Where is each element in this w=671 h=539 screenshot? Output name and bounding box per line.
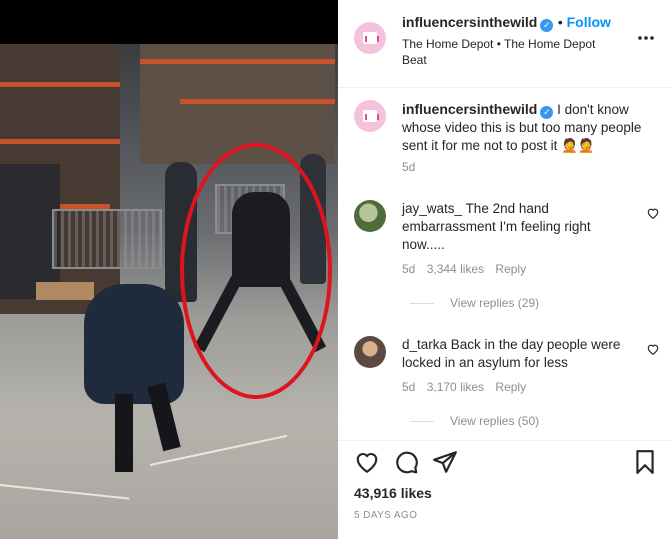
rack-shelf	[140, 59, 335, 64]
red-highlight-circle	[180, 143, 332, 399]
caption-age: 5d	[402, 160, 416, 174]
follow-button[interactable]: Follow	[567, 14, 611, 30]
comment-body: jay_wats_ The 2nd hand embarrassment I'm…	[402, 200, 637, 254]
comment-like-count[interactable]: 3,344 likes	[427, 262, 484, 276]
filming-person-leg	[115, 394, 133, 472]
reply-button[interactable]: Reply	[495, 262, 526, 276]
commenter-avatar[interactable]	[354, 336, 386, 368]
comment-author[interactable]: d_tarka	[402, 337, 447, 352]
verified-badge-icon: ✓	[540, 19, 554, 32]
caption-author[interactable]: influencersinthewild	[402, 101, 537, 117]
comment-like-count[interactable]: 3,170 likes	[427, 380, 484, 394]
author-avatar[interactable]	[354, 22, 386, 54]
comment-icon[interactable]	[393, 449, 419, 475]
post-date: 5 DAYS AGO	[354, 510, 418, 521]
comment-like-heart-icon[interactable]	[646, 342, 660, 356]
comment-author[interactable]: jay_wats_	[402, 201, 462, 216]
verified-badge-icon: ✓	[540, 106, 554, 119]
comment-like-heart-icon[interactable]	[646, 206, 660, 220]
comment-body: d_tarka Back in the day people were lock…	[402, 336, 637, 372]
pallet	[36, 282, 94, 300]
commenter-avatar[interactable]	[354, 200, 386, 232]
comment-meta: 5d 3,170 likes Reply	[402, 380, 526, 394]
post-media[interactable]	[0, 0, 338, 539]
view-replies-button[interactable]: View replies (29)	[410, 296, 539, 310]
comment-meta: 5d 3,344 likes Reply	[402, 262, 526, 276]
pallet-boxes	[0, 164, 60, 299]
replies-divider	[410, 421, 434, 423]
post-details-panel: influencersinthewild ✓ • Follow The Home …	[338, 0, 671, 539]
heart-icon[interactable]	[354, 449, 380, 475]
view-replies-button[interactable]: View replies (50)	[410, 414, 539, 428]
view-replies-label: View replies (50)	[450, 414, 540, 428]
post-header: influencersinthewild ✓ • Follow The Home …	[338, 0, 671, 88]
view-replies-label: View replies (29)	[450, 296, 540, 310]
like-count[interactable]: 43,916 likes	[354, 485, 432, 501]
rack-shelf	[0, 139, 120, 144]
caption-avatar[interactable]	[354, 100, 386, 132]
replies-divider	[410, 303, 434, 305]
more-options-icon[interactable]	[636, 28, 656, 48]
comment: d_tarka Back in the day people were lock…	[338, 334, 671, 434]
author-username[interactable]: influencersinthewild	[402, 14, 537, 30]
share-icon[interactable]	[432, 449, 458, 475]
caption-body: influencersinthewild ✓ I don't know whose…	[402, 100, 657, 155]
shopping-cart	[52, 209, 162, 269]
author-line: influencersinthewild ✓ • Follow	[402, 14, 611, 32]
rack-shelf	[180, 99, 335, 104]
comment-age: 5d	[402, 262, 416, 276]
reply-button[interactable]: Reply	[495, 380, 526, 394]
post-location[interactable]: The Home Depot • The Home Depot Beat	[402, 36, 602, 68]
floor-crack	[0, 484, 130, 500]
comment: jay_wats_ The 2nd hand embarrassment I'm…	[338, 198, 671, 318]
action-bar: 43,916 likes 5 DAYS AGO	[338, 440, 671, 539]
comment-age: 5d	[402, 380, 416, 394]
dot-separator: •	[557, 14, 567, 30]
filming-person	[84, 284, 184, 404]
bookmark-icon[interactable]	[632, 449, 658, 475]
caption: influencersinthewild ✓ I don't know whose…	[338, 96, 671, 186]
rack-shelf	[0, 82, 120, 87]
